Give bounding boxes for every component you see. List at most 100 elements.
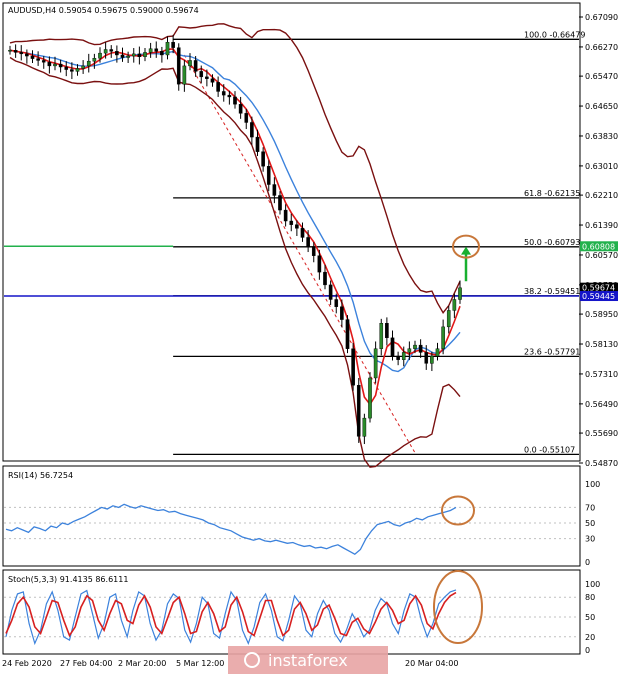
chart-canvas: 0.67090 0.66270 0.65470 0.64650 0.63830 0.630… — [2, 2, 618, 674]
x-tick-label: 5 Mar 12:00 — [176, 659, 224, 668]
fib-level-label: 100.0 -0.66479 — [524, 30, 585, 39]
candle-body — [115, 51, 119, 56]
candle-body — [272, 184, 277, 196]
y-tick-label: 0.55690 — [585, 429, 618, 438]
candle-body — [446, 310, 451, 328]
y-tick-label: 0.57310 — [585, 370, 618, 379]
y-tick-label: 0.63010 — [585, 162, 618, 171]
candle-body — [210, 78, 215, 83]
candle-body — [390, 337, 395, 357]
candle-body — [266, 166, 271, 185]
y-tick-label: 0.67090 — [585, 13, 618, 22]
watermark-logo: instaforex — [228, 646, 388, 674]
main-header: AUDUSD,H4 0.59054 0.59675 0.59000 0.5967… — [8, 6, 199, 15]
candle-body — [13, 50, 18, 53]
stoch-y-tick-label: 80 — [585, 593, 595, 602]
candle-body — [148, 48, 153, 53]
candle-body — [227, 94, 232, 98]
candle-body — [160, 51, 164, 56]
rsi-y-tick-label: 0 — [585, 558, 590, 567]
candle-body — [413, 344, 417, 349]
candle-body — [311, 246, 316, 256]
rsi-panel — [2, 465, 581, 567]
x-tick-label: 2 Mar 20:00 — [118, 659, 166, 668]
x-tick-label: 24 Feb 2020 — [2, 659, 52, 668]
fib-level-label: 0.0 -0.55107 — [524, 445, 575, 454]
y-tick-label: 0.62210 — [585, 191, 618, 200]
candle-body — [458, 287, 462, 300]
rsi-y-tick-label: 50 — [585, 519, 595, 528]
candle-body — [103, 49, 108, 54]
candle-body — [385, 323, 389, 339]
candle-body — [64, 66, 69, 70]
stoch-title: Stoch(5,3,3) 91.4135 86.6111 — [8, 575, 128, 584]
rsi-y-tick-label: 100 — [585, 480, 600, 489]
candle-body — [244, 113, 249, 123]
candle-body — [126, 55, 130, 58]
y-tick-label: 0.66270 — [585, 43, 618, 52]
candle-body — [295, 224, 299, 229]
chart-window: 0.67090 0.66270 0.65470 0.64650 0.63830 0.630… — [0, 0, 620, 674]
candle-body — [418, 344, 423, 353]
stoch-y-tick-label: 20 — [585, 633, 595, 642]
candle-body — [452, 299, 457, 311]
candle-body — [435, 348, 440, 357]
y-tick-label: 0.63830 — [585, 132, 618, 141]
candle-body — [441, 326, 445, 349]
candle-body — [351, 348, 355, 386]
fib-level-label: 50.0 -0.60793 — [524, 238, 580, 247]
candle-body — [75, 68, 80, 72]
price-tag-text: 0.59445 — [582, 292, 615, 301]
candle-body — [98, 52, 102, 59]
candle-body — [283, 209, 288, 222]
candle-body — [182, 65, 187, 85]
candle-body — [137, 53, 142, 57]
rsi-title: RSI(14) 56.7254 — [8, 471, 73, 480]
candle-body — [238, 104, 243, 114]
candle-body — [356, 385, 361, 437]
candle-body — [289, 220, 294, 225]
rsi-y-tick-label: 70 — [585, 503, 595, 512]
candle-body — [70, 69, 74, 72]
candle-body — [171, 41, 175, 48]
stoch-y-tick-label: 100 — [585, 580, 600, 589]
fib-level-label: 61.8 -0.62135 — [524, 189, 580, 198]
candle-body — [430, 355, 434, 364]
candle-body — [368, 377, 372, 419]
candle-body — [165, 41, 170, 56]
fib-level-label: 38.2 -0.59451 — [524, 287, 580, 296]
candle-body — [300, 228, 305, 238]
candle-body — [373, 348, 378, 379]
candle-body — [131, 53, 136, 57]
candle-body — [193, 60, 198, 72]
candle-body — [323, 271, 327, 286]
candle-body — [362, 417, 367, 437]
y-tick-label: 0.64650 — [585, 102, 618, 111]
candle-body — [176, 47, 181, 85]
candle-body — [233, 96, 237, 105]
x-tick-label: 27 Feb 04:00 — [60, 659, 112, 668]
candle-body — [109, 49, 114, 52]
stoch-y-tick-label: 0 — [585, 646, 590, 655]
y-tick-label: 0.65470 — [585, 72, 618, 81]
candle-body — [334, 299, 339, 307]
candle-body — [328, 284, 333, 300]
candle-body — [41, 60, 46, 63]
y-tick-label: 0.60570 — [585, 251, 618, 260]
y-tick-label: 0.58950 — [585, 310, 618, 319]
y-tick-label: 0.54870 — [585, 459, 618, 468]
candle-body — [216, 82, 220, 92]
candle-body — [306, 237, 310, 247]
candle-body — [205, 76, 209, 79]
candle-body — [8, 50, 12, 52]
candle-body — [47, 62, 52, 67]
candle-body — [379, 323, 384, 349]
candle-body — [401, 352, 406, 360]
candle-body — [19, 52, 24, 55]
candle-body — [25, 53, 29, 57]
stoch-y-tick-label: 50 — [585, 613, 595, 622]
candle-body — [278, 195, 282, 211]
candle-body — [53, 63, 57, 67]
candle-body — [143, 52, 147, 57]
candle-body — [424, 352, 429, 364]
